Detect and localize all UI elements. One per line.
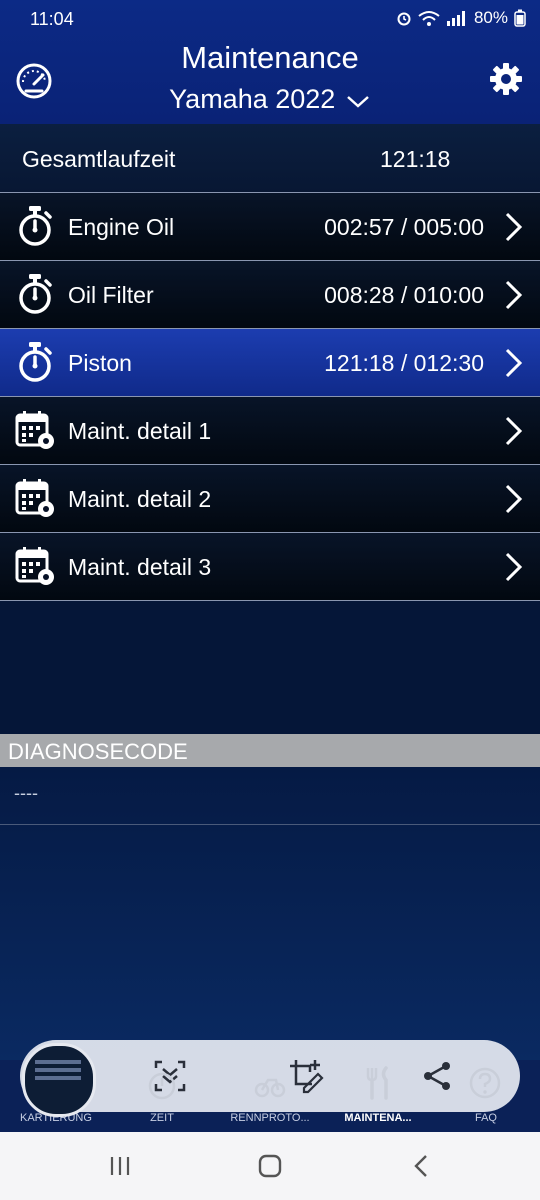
gear-icon[interactable]: [486, 59, 526, 99]
maintenance-item-oil-filter[interactable]: Oil Filter 008:28 / 010:00: [0, 261, 540, 329]
maintenance-detail-3[interactable]: Maint. detail 3: [0, 533, 540, 601]
total-runtime-row: Gesamtlaufzeit 121:18: [0, 124, 540, 193]
diagnose-header-label: DIAGNOSECODE: [8, 739, 188, 764]
chevron-right-icon: [505, 484, 523, 514]
status-icons: 80%: [396, 8, 526, 28]
nav-zeit[interactable]: ZEIT: [140, 1112, 184, 1124]
diagnose-code-value: ----: [14, 783, 38, 803]
battery-icon: [514, 9, 526, 27]
status-time: 11:04: [30, 9, 74, 29]
item-label: Maint. detail 3: [68, 554, 212, 580]
app-header: 11:04 80% Maintenance Yamaha 2022: [0, 0, 540, 124]
maintenance-item-piston[interactable]: Piston 121:18 / 012:30: [0, 329, 540, 397]
system-navigation-bar: [0, 1132, 540, 1200]
tools-icon[interactable]: [364, 1066, 394, 1100]
diagnose-header: DIAGNOSECODE: [0, 734, 540, 767]
calendar-gear-icon: [15, 411, 54, 449]
total-runtime-value: 121:18: [380, 146, 451, 172]
crop-edit-icon[interactable]: [288, 1058, 324, 1094]
chevron-down-icon: [346, 95, 369, 108]
stopwatch-icon: [19, 206, 52, 246]
nav-rennprotokoll[interactable]: RENNPROTO...: [230, 1112, 310, 1124]
item-value: 121:18 / 012:30: [324, 350, 484, 376]
maintenance-item-engine-oil[interactable]: Engine Oil 002:57 / 005:00: [0, 193, 540, 261]
bike-selector-label: Yamaha 2022: [169, 84, 336, 114]
item-label: Maint. detail 2: [68, 486, 212, 512]
status-bar: 11:04 80%: [0, 0, 540, 38]
chevron-right-icon: [505, 552, 523, 582]
recent-apps-icon[interactable]: [108, 1154, 132, 1178]
bike-selector[interactable]: Yamaha 2022: [0, 84, 540, 115]
chevron-right-icon: [505, 212, 523, 242]
nav-faq[interactable]: FAQ: [466, 1112, 506, 1124]
faq-icon[interactable]: [468, 1066, 502, 1100]
chevron-right-icon: [505, 416, 523, 446]
stopwatch-nav-icon[interactable]: [146, 1068, 178, 1100]
item-value: 008:28 / 010:00: [324, 282, 484, 308]
race-log-icon[interactable]: [254, 1068, 286, 1100]
wifi-icon: [418, 11, 440, 26]
item-label: Engine Oil: [68, 214, 175, 240]
item-label: Oil Filter: [68, 282, 154, 308]
maintenance-detail-2[interactable]: Maint. detail 2: [0, 465, 540, 533]
calendar-gear-icon: [15, 547, 54, 585]
calendar-gear-icon: [15, 479, 54, 517]
stopwatch-icon: [19, 342, 52, 382]
nav-maintenance[interactable]: MAINTENA...: [340, 1112, 416, 1124]
stopwatch-icon: [19, 274, 52, 314]
diagnose-code-row: ----: [0, 767, 540, 825]
chevron-right-icon: [505, 348, 523, 378]
page-title: Maintenance: [181, 40, 359, 75]
alarm-icon: [397, 12, 411, 26]
total-runtime-label: Gesamtlaufzeit: [22, 146, 176, 172]
back-icon[interactable]: [410, 1153, 434, 1179]
screenshot-thumbnail[interactable]: [22, 1043, 96, 1117]
chevron-right-icon: [505, 280, 523, 310]
signal-icon: [446, 11, 465, 26]
maintenance-detail-1[interactable]: Maint. detail 1: [0, 397, 540, 465]
home-icon[interactable]: [257, 1153, 283, 1179]
item-value: 002:57 / 005:00: [324, 214, 484, 240]
item-label: Piston: [68, 350, 132, 376]
battery-text: 80%: [473, 8, 508, 27]
item-label: Maint. detail 1: [68, 418, 212, 444]
share-icon[interactable]: [420, 1058, 456, 1094]
